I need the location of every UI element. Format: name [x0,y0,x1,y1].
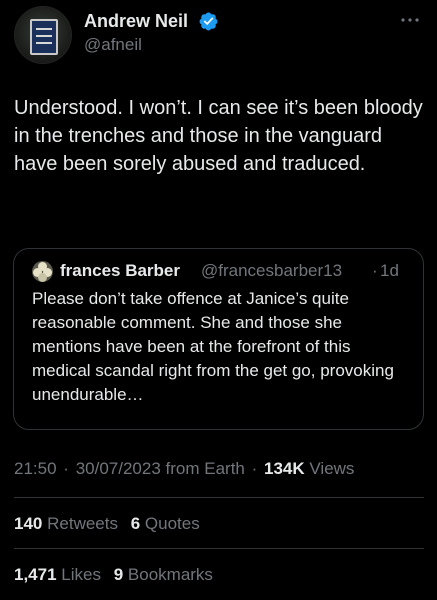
quoted-tweet[interactable]: frances Barber @francesbarber13 · 1d Ple… [13,248,424,430]
tweet-source: from Earth [165,459,245,478]
quoted-author-avatar [32,261,53,282]
tweet-detail: Andrew Neil @afneil Understood. I won’t.… [0,0,437,600]
tweet-date[interactable]: 30/07/2023 [76,459,161,478]
avatar-sign-image [30,19,58,55]
quoted-tweet-text: Please don’t take offence at Janice’s qu… [32,289,394,404]
more-options-icon[interactable] [398,12,422,28]
retweets-stat[interactable]: 140 Retweets [14,514,123,533]
quoted-author-name: frances Barber [60,261,181,280]
quotes-stat[interactable]: 6 Quotes [131,514,200,533]
author-handle[interactable]: @afneil [84,35,142,55]
quoted-timestamp: 1d [380,261,399,280]
meta-separator: · [63,459,69,478]
bookmarks-count: 9 [113,565,124,584]
author-display-name[interactable]: Andrew Neil [84,11,188,32]
divider [14,497,424,498]
retweets-label: Retweets [47,514,118,533]
quoted-separator: · [372,261,378,280]
views-label: Views [309,459,355,478]
likes-label: Likes [61,565,101,584]
views-count: 134K [264,459,305,478]
divider-2 [14,548,424,549]
retweets-count: 140 [14,514,43,533]
quoted-author-handle: @francesbarber13 [201,261,343,280]
likes-stat[interactable]: 1,471 Likes [14,565,106,584]
tweet-time[interactable]: 21:50 [14,459,57,478]
tweet-text: Understood. I won’t. I can see it’s been… [14,97,423,175]
tweet-meta: 21:50 · 30/07/2023 from Earth · 134K Vie… [14,459,354,479]
meta-separator-2: · [251,459,258,478]
stats-row-likes: 1,471 Likes 9 Bookmarks [14,565,221,585]
author-avatar[interactable] [14,6,72,64]
bookmarks-label: Bookmarks [127,565,213,584]
bookmarks-stat[interactable]: 9 Bookmarks [114,565,213,584]
quotes-label: Quotes [144,514,200,533]
stats-row-reposts: 140 Retweets 6 Quotes [14,514,208,534]
verified-badge-icon [199,12,218,31]
quotes-count: 6 [130,514,141,533]
likes-count: 1,471 [14,565,57,584]
